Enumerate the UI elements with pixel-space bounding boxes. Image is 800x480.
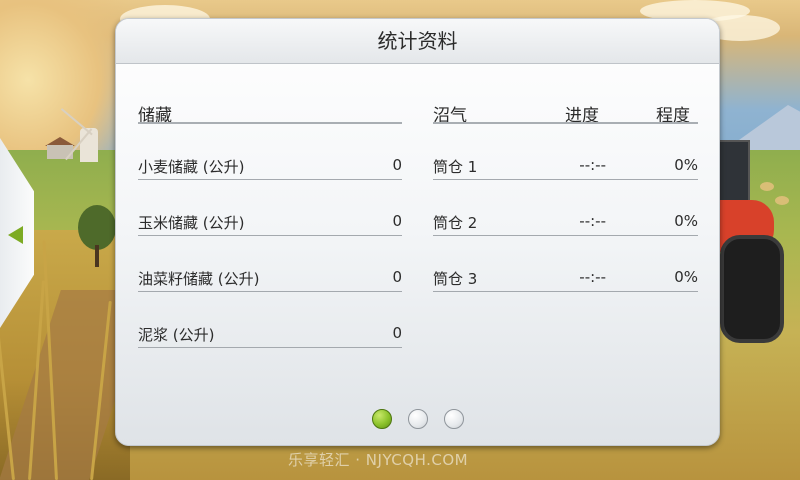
row-divider xyxy=(138,235,402,236)
page-dot-2[interactable] xyxy=(408,409,428,429)
panel-header: 统计资料 xyxy=(116,19,719,64)
storage-row-label: 小麦储藏 (公升) xyxy=(138,158,245,176)
storage-row-value: 0 xyxy=(392,212,402,230)
silo-progress: --:-- xyxy=(579,268,606,286)
triangle-left-icon[interactable] xyxy=(8,226,23,244)
tractor-cab xyxy=(716,140,750,204)
page-dot-3[interactable] xyxy=(444,409,464,429)
page-dot-1[interactable] xyxy=(372,409,392,429)
silo-level: 0% xyxy=(674,212,698,230)
storage-row-label: 油菜籽储藏 (公升) xyxy=(138,270,260,288)
storage-row-label: 泥浆 (公升) xyxy=(138,326,215,344)
silo-progress: --:-- xyxy=(579,212,606,230)
silo-level: 0% xyxy=(674,156,698,174)
row-divider xyxy=(138,347,402,348)
tractor xyxy=(716,140,786,343)
silo-progress: --:-- xyxy=(579,156,606,174)
storage-header-divider xyxy=(138,122,402,124)
tree-trunk xyxy=(95,245,99,267)
silo-label: 筒仓 3 xyxy=(433,270,478,288)
silo-label: 筒仓 1 xyxy=(433,158,478,176)
row-divider xyxy=(433,291,698,292)
row-divider xyxy=(138,179,402,180)
watermark: 乐享轻汇 · NJYCQH.COM xyxy=(288,451,469,469)
storage-row-value: 0 xyxy=(392,156,402,174)
statistics-panel: 统计资料 储藏 小麦储藏 (公升) 0 玉米储藏 (公升) 0 油菜籽储藏 (公… xyxy=(115,18,720,446)
storage-row-value: 0 xyxy=(392,324,402,342)
tractor-wheel xyxy=(720,235,784,343)
row-divider xyxy=(138,291,402,292)
storage-row-label: 玉米储藏 (公升) xyxy=(138,214,245,232)
silo-level: 0% xyxy=(674,268,698,286)
storage-row-value: 0 xyxy=(392,268,402,286)
tree xyxy=(78,205,116,250)
panel-title: 统计资料 xyxy=(377,29,458,53)
row-divider xyxy=(433,179,698,180)
row-divider xyxy=(433,235,698,236)
silo-label: 筒仓 2 xyxy=(433,214,478,232)
biogas-header-divider xyxy=(433,122,698,124)
